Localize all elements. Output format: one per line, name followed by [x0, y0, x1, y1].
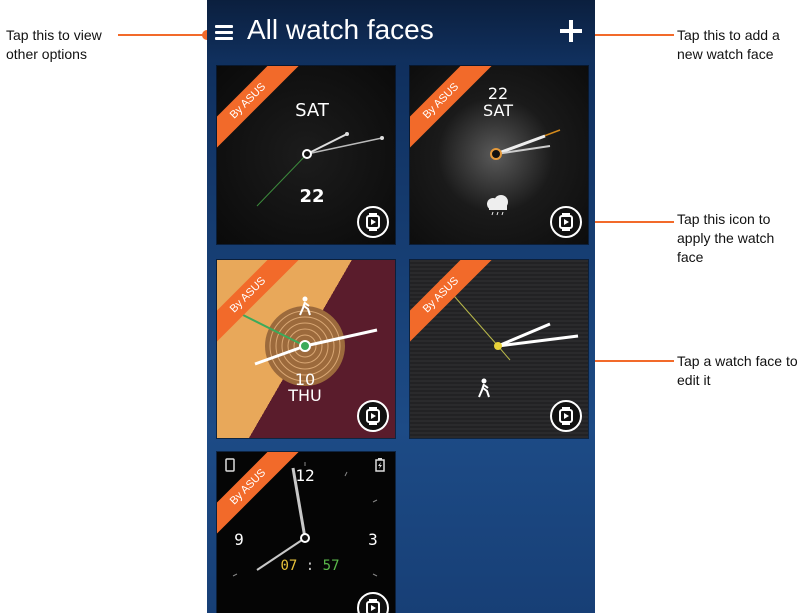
callout-add: Tap this to add a new watch face [677, 27, 780, 62]
watch-face-tile[interactable]: 22 SAT By ASUS [410, 66, 588, 244]
digital-time-hour: 07 [280, 558, 298, 574]
callout-options: Tap this to view other options [6, 27, 102, 62]
dial-12: 12 [295, 466, 315, 485]
watch-face-tile[interactable]: SAT 22 By ASUS [217, 66, 395, 244]
watch-apply-icon [366, 599, 380, 613]
add-watch-face-icon[interactable] [558, 18, 584, 44]
watch-apply-icon [559, 213, 573, 231]
digital-time-minute: 57 [322, 558, 340, 574]
digital-time: 07 : 57 [275, 558, 345, 574]
battery-icon [375, 458, 385, 472]
digital-time-separator: : [305, 558, 315, 574]
watch-face-tile[interactable]: 10 THU By ASUS [217, 260, 395, 438]
dial-9: 9 [234, 530, 244, 549]
callout-options-leader [118, 34, 204, 36]
callout-apply-leader [586, 221, 674, 223]
callout-add-leader [586, 34, 674, 36]
watch-apply-icon [366, 213, 380, 231]
watch-apply-icon [366, 407, 380, 425]
watch-face-tile[interactable]: By ASUS [410, 260, 588, 438]
apply-watch-face-button[interactable] [357, 206, 389, 238]
watch-day: SAT [295, 100, 329, 121]
page-title: All watch faces [247, 14, 434, 45]
app-bar: All watch faces [207, 0, 595, 62]
menu-icon[interactable] [215, 25, 235, 41]
cloud-rain-icon [487, 195, 508, 216]
phone-icon [225, 458, 235, 472]
watch-face-tile[interactable]: 12 9 3 07 : 57 By ASUS [217, 452, 395, 613]
apply-watch-face-button[interactable] [550, 206, 582, 238]
walking-person-icon [299, 296, 311, 316]
watch-day: THU [288, 386, 322, 405]
watch-faces-screen: All watch faces SAT 22 By ASUS 22 SAT By… [207, 0, 595, 613]
walking-person-icon [478, 378, 490, 398]
callout-edit: Tap a watch face to edit it [677, 353, 798, 388]
callout-apply: Tap this icon to apply the watch face [677, 211, 775, 265]
watch-date: 22 [299, 186, 325, 207]
apply-watch-face-button[interactable] [357, 400, 389, 432]
apply-watch-face-button[interactable] [550, 400, 582, 432]
dial-3: 3 [368, 530, 378, 549]
watch-apply-icon [559, 407, 573, 425]
watch-day: SAT [483, 101, 513, 120]
